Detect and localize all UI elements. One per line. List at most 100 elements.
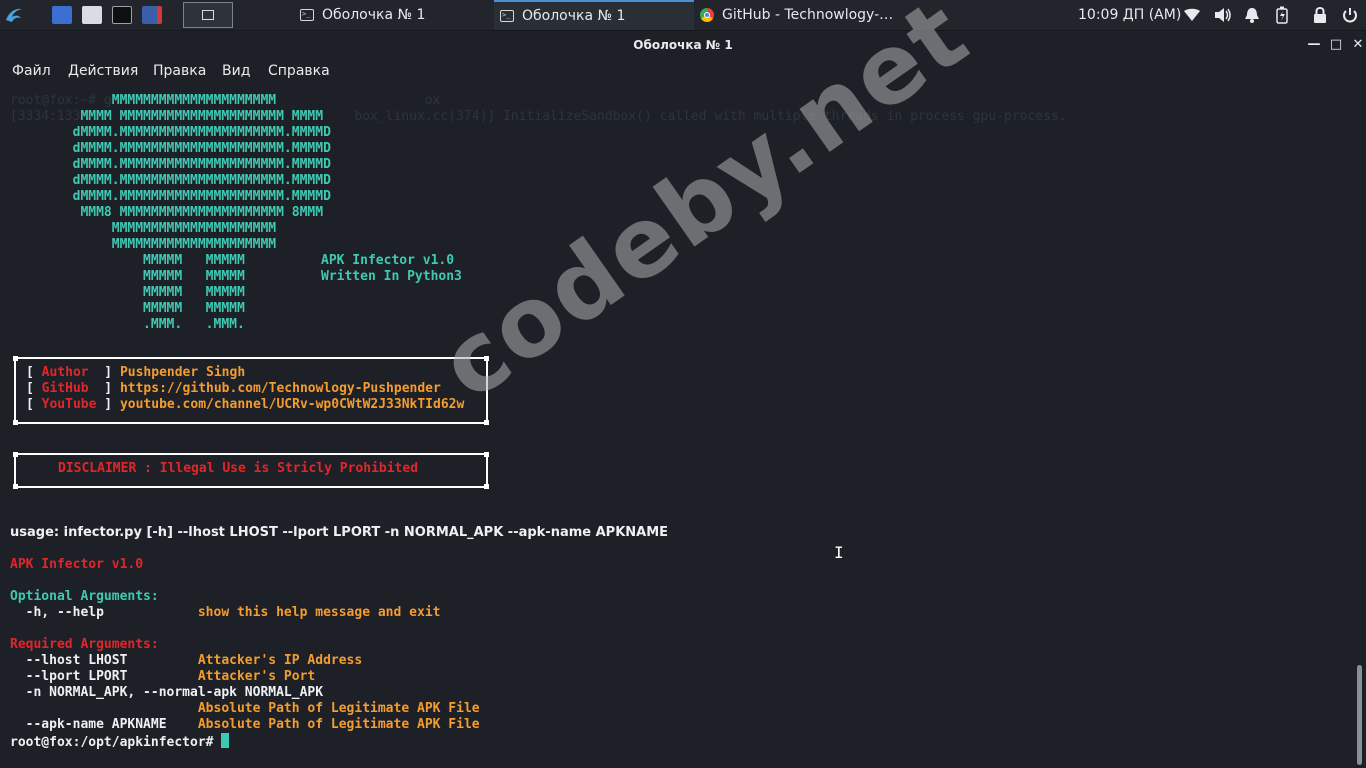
bell-icon bbox=[1245, 8, 1259, 23]
ascii-art-line: MMMMMMMMMMMMMMMMMMMMM bbox=[10, 93, 277, 108]
taskbar: >_ Оболочка № 1 >_ Оболочка № 1 GitHub -… bbox=[0, 0, 1366, 31]
banner-title: APK Infector v1.0 bbox=[321, 253, 455, 268]
task-label: Оболочка № 1 bbox=[522, 8, 626, 24]
notifications-button[interactable] bbox=[1244, 0, 1260, 30]
ascii-art-line: MMM8 MMMMMMMMMMMMMMMMMMMMM 8MMM bbox=[10, 205, 324, 220]
info-value: youtube.com/channel/UCRv-wp0CWtW2J33NkTI… bbox=[119, 397, 465, 412]
arg-desc: show this help message and exit bbox=[197, 605, 441, 620]
arg-desc: Attacker's Port bbox=[197, 669, 316, 684]
menu-view[interactable]: Вид bbox=[222, 63, 250, 79]
ascii-art-line: MMMMM MMMMM bbox=[10, 253, 245, 268]
maximize-button[interactable]: □ bbox=[1326, 31, 1346, 59]
arg-flag bbox=[10, 701, 198, 716]
chrome-icon bbox=[700, 8, 714, 22]
wifi-button[interactable] bbox=[1184, 0, 1200, 30]
task-label: Оболочка № 1 bbox=[322, 7, 426, 23]
ascii-art-line: dMMMM.MMMMMMMMMMMMMMMMMMMMM.MMMMD bbox=[10, 173, 331, 188]
workspace-thumbnail bbox=[183, 2, 233, 28]
arg-flag: --apk-name APKNAME bbox=[10, 717, 198, 732]
kali-menu-button[interactable] bbox=[0, 0, 28, 30]
version-line: APK Infector v1.0 bbox=[10, 557, 144, 572]
shell-prompt[interactable]: root@fox:/opt/apkinfector# bbox=[10, 733, 230, 751]
menu-file[interactable]: Файл bbox=[12, 63, 51, 79]
workspace-switcher[interactable] bbox=[182, 0, 234, 30]
terminal-scrollbar[interactable] bbox=[1357, 665, 1362, 765]
screen-recorder-button[interactable] bbox=[138, 0, 166, 30]
terminal-icon bbox=[202, 10, 214, 20]
arg-flag: -n NORMAL_APK, --normal-apk NORMAL_APK bbox=[10, 685, 324, 700]
text-cursor bbox=[221, 733, 230, 748]
close-button[interactable]: ✕ bbox=[1348, 31, 1366, 59]
wifi-icon bbox=[1184, 8, 1200, 21]
minimize-button[interactable]: — bbox=[1304, 31, 1324, 59]
arg-desc: Attacker's IP Address bbox=[197, 653, 363, 668]
window-titlebar[interactable]: Оболочка № 1 — □ ✕ bbox=[0, 31, 1366, 59]
lock-screen-button[interactable] bbox=[1312, 0, 1328, 30]
arg-row: --lport LPORT Attacker's Port bbox=[10, 669, 316, 685]
ascii-art-line: dMMMM.MMMMMMMMMMMMMMMMMMMMM.MMMMD bbox=[10, 157, 331, 172]
clock[interactable]: 10:09 ДП (AM) bbox=[1078, 0, 1181, 30]
terminal-icon bbox=[112, 6, 132, 24]
arg-row: -h, --help show this help message and ex… bbox=[10, 605, 441, 621]
terminal-output[interactable]: root@fox:~# g ox [3334:133 box_linux.cc(… bbox=[0, 89, 1366, 768]
ascii-art-line: MMMMM MMMMM bbox=[10, 285, 245, 300]
taskbar-task-3[interactable]: GitHub - Technowlogy-… bbox=[694, 0, 904, 30]
info-row-youtube: [ YouTube ] youtube.com/channel/UCRv-wp0… bbox=[26, 397, 465, 412]
menu-edit[interactable]: Правка bbox=[153, 63, 206, 79]
menu-actions[interactable]: Действия bbox=[68, 63, 138, 79]
arg-flag: --lhost LHOST bbox=[10, 653, 198, 668]
terminal-icon: >_ bbox=[300, 9, 314, 21]
lock-icon bbox=[1314, 7, 1326, 23]
taskbar-task-1[interactable]: >_ Оболочка № 1 bbox=[294, 0, 494, 30]
mouse-ibeam-cursor-icon: I bbox=[834, 543, 844, 562]
battery-icon bbox=[1276, 6, 1288, 24]
info-value: https://github.com/Technowlogy-Pushpende… bbox=[119, 381, 441, 396]
terminal-icon: >_ bbox=[500, 10, 514, 22]
arg-flag: --lport LPORT bbox=[10, 669, 198, 684]
power-icon bbox=[1343, 8, 1357, 23]
taskbar-task-2[interactable]: >_ Оболочка № 1 bbox=[494, 0, 694, 30]
info-row-author: [ Author ] Pushpender Singh bbox=[26, 365, 246, 380]
info-value: Pushpender Singh bbox=[119, 365, 246, 380]
ascii-art-line: MMMMMMMMMMMMMMMMMMMMM bbox=[10, 221, 277, 236]
ascii-art-line: dMMMM.MMMMMMMMMMMMMMMMMMMMM.MMMMD bbox=[10, 141, 331, 156]
banner-subtitle: Written In Python3 bbox=[321, 269, 462, 284]
arg-row: -n NORMAL_APK, --normal-apk NORMAL_APK bbox=[10, 685, 323, 701]
task-label: GitHub - Technowlogy-… bbox=[722, 7, 894, 23]
menu-help[interactable]: Справка bbox=[268, 63, 330, 79]
info-key: Author bbox=[41, 365, 97, 380]
desktop-icon bbox=[52, 6, 72, 24]
window-title: Оболочка № 1 bbox=[633, 38, 733, 52]
usage-line: usage: infector.py [-h] --lhost LHOST --… bbox=[10, 525, 669, 540]
battery-button[interactable] bbox=[1276, 0, 1288, 30]
show-desktop-button[interactable] bbox=[48, 0, 76, 30]
ascii-art-line: MMMMM MMMMM bbox=[10, 301, 245, 316]
volume-button[interactable] bbox=[1214, 0, 1232, 30]
ascii-art-line: MMMMMMMMMMMMMMMMMMMMM bbox=[10, 237, 277, 252]
info-row-github: [ GitHub ] https://github.com/Technowlog… bbox=[26, 381, 441, 396]
kali-dragon-icon bbox=[6, 8, 22, 22]
info-key: YouTube bbox=[41, 397, 97, 412]
arg-desc: Absolute Path of Legitimate APK File bbox=[197, 717, 480, 732]
recorder-icon bbox=[142, 6, 162, 24]
arg-desc: Absolute Path of Legitimate APK File bbox=[197, 701, 480, 716]
optional-args-header: Optional Arguments: bbox=[10, 589, 159, 604]
disclaimer-text: DISCLAIMER : Illegal Use is Stricly Proh… bbox=[58, 461, 419, 476]
ascii-art-line: dMMMM.MMMMMMMMMMMMMMMMMMMMM.MMMMD bbox=[10, 125, 331, 140]
prompt-text: root@fox:/opt/apkinfector# bbox=[10, 735, 222, 750]
ascii-art-line: .MMM. .MMM. bbox=[10, 317, 245, 332]
power-button[interactable] bbox=[1342, 0, 1358, 30]
required-args-header: Required Arguments: bbox=[10, 637, 159, 652]
ascii-art-line: MMMM MMMMMMMMMMMMMMMMMMMMM MMMM bbox=[10, 109, 324, 124]
file-manager-button[interactable] bbox=[78, 0, 106, 30]
folder-icon bbox=[82, 6, 102, 24]
info-key: GitHub bbox=[41, 381, 97, 396]
menubar: Файл Действия Правка Вид Справка bbox=[0, 59, 1366, 87]
speaker-icon bbox=[1215, 8, 1231, 22]
arg-row: --lhost LHOST Attacker's IP Address bbox=[10, 653, 363, 669]
arg-row: --apk-name APKNAME Absolute Path of Legi… bbox=[10, 717, 480, 733]
terminal-launcher-button[interactable] bbox=[108, 0, 136, 30]
ascii-art-line: dMMMM.MMMMMMMMMMMMMMMMMMMMM.MMMMD bbox=[10, 189, 331, 204]
arg-flag: -h, --help bbox=[10, 605, 198, 620]
ascii-art-line: MMMMM MMMMM bbox=[10, 269, 245, 284]
